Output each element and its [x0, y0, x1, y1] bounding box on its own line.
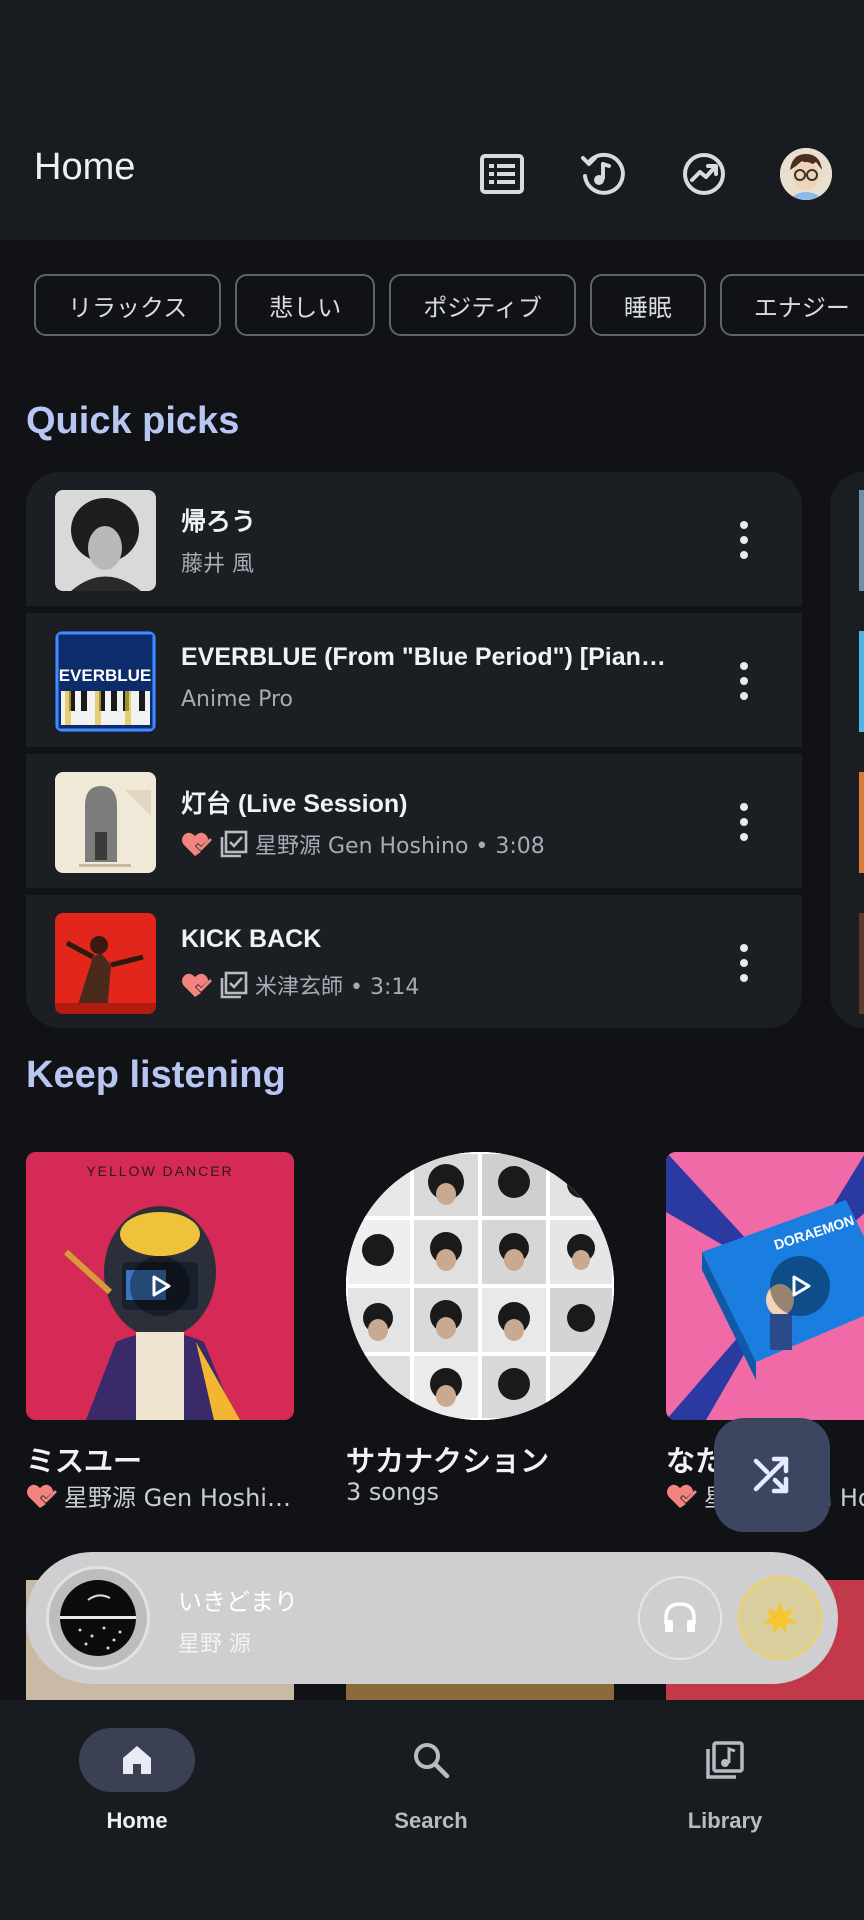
song-subtitle: 米津玄師 • 3:14 [181, 969, 419, 1001]
mood-chips: リラックス 悲しい ポジティブ 睡眠 エナジー [34, 274, 864, 340]
item-subtitle: 3 songs [346, 1478, 439, 1506]
more-options-icon[interactable] [726, 935, 762, 991]
shuffle-button[interactable] [714, 1418, 830, 1532]
artist-name: 星野源 Gen Hoshi… [64, 1484, 291, 1512]
list-item[interactable]: 帰ろう 藤井 風 [26, 472, 802, 614]
liked-icon [27, 1484, 57, 1508]
song-title: 灯台 (Live Session) [181, 790, 408, 818]
headphones-icon [664, 1602, 696, 1632]
artist-name: Anime Pro [181, 687, 293, 712]
album-art [55, 490, 156, 591]
library-icon [667, 1728, 783, 1792]
liked-icon [182, 973, 212, 997]
item-title: サカナクション [346, 1444, 550, 1478]
list-icon[interactable] [476, 148, 528, 200]
album-art: DORAEMON [666, 1152, 864, 1420]
home-icon [79, 1728, 195, 1792]
shuffle-icon [753, 1456, 789, 1494]
liked-icon [182, 832, 212, 856]
trending-icon[interactable] [678, 148, 730, 200]
quick-picks-title: Quick picks [26, 400, 240, 442]
history-icon[interactable] [577, 148, 629, 200]
nav-label: Search [394, 1808, 468, 1833]
album-art [55, 772, 156, 873]
song-title: KICK BACK [181, 925, 322, 953]
now-playing-title: いきどまり [178, 1588, 298, 1616]
song-subtitle: Anime Pro [181, 687, 293, 712]
chip-sleep[interactable]: 睡眠 [589, 274, 706, 336]
song-title: 帰ろう [181, 508, 257, 536]
chip-relax[interactable]: リラックス [34, 274, 222, 336]
nav-library[interactable]: Library [625, 1700, 825, 1860]
song-subtitle: 藤井 風 [181, 546, 254, 578]
album-art: EVERBLUE [55, 631, 156, 732]
avatar[interactable] [780, 148, 832, 200]
chip-positive[interactable]: ポジティブ [389, 274, 576, 336]
song-title: EVERBLUE (From "Blue Period") [Piano Ver… [181, 643, 681, 671]
chip-sad[interactable]: 悲しい [235, 274, 376, 336]
nav-label: Home [106, 1808, 168, 1833]
art-text: YELLOW DANCER [86, 1163, 233, 1179]
play-icon[interactable] [130, 1256, 190, 1316]
chip-energy[interactable]: エナジー [719, 274, 864, 336]
page-title: Home [34, 146, 136, 188]
list-item[interactable]: KICK BACK 米津玄師 • 3:14 [26, 895, 802, 1028]
song-subtitle: 星野源 Gen Hoshino • 3:08 [181, 828, 545, 860]
nav-label: Library [687, 1808, 763, 1833]
album-art [55, 913, 156, 1014]
artist-art [346, 1152, 614, 1420]
song-count: 3 songs [346, 1478, 440, 1506]
more-options-icon[interactable] [726, 512, 762, 568]
listen-button[interactable] [638, 1576, 722, 1660]
mini-player[interactable]: いきどまり 星野 源 [26, 1552, 838, 1684]
nav-home[interactable]: Home [37, 1700, 237, 1860]
list-item[interactable]: 灯台 (Live Session) 星野源 Gen Hoshino • 3:08 [26, 754, 802, 896]
search-icon [373, 1728, 489, 1792]
now-playing-artist: 星野 源 [178, 1632, 251, 1657]
thumb-text: EVERBLUE [59, 666, 152, 685]
library-added-icon [220, 971, 248, 999]
item-subtitle: 星野源 Gen Hoshi… [26, 1478, 291, 1513]
bottom-navigation: Home Search Library [0, 1700, 864, 1920]
nav-search[interactable]: Search [331, 1700, 531, 1860]
artist-name: 星野源 Gen Hoshino • 3:08 [255, 834, 545, 859]
list-item[interactable]: EVERBLUE EVERBLUE (From "Blue Period") [… [26, 613, 802, 755]
now-playing-art [46, 1566, 150, 1670]
artist-name: 藤井 風 [181, 552, 254, 577]
radio-button[interactable] [738, 1576, 822, 1660]
more-options-icon[interactable] [726, 653, 762, 709]
keep-listening-title: Keep listening [26, 1054, 286, 1096]
play-icon[interactable] [770, 1256, 830, 1316]
artist-name: 米津玄師 • 3:14 [255, 975, 420, 1000]
quick-picks-list: 帰ろう 藤井 風 EVERBLUE EVERBLUE (From "Blue P… [26, 472, 802, 1028]
top-app-bar: Home [0, 0, 864, 240]
item-title: ミスユー [26, 1444, 143, 1478]
library-added-icon [220, 830, 248, 858]
liked-icon [667, 1484, 697, 1508]
album-art: YELLOW DANCER [26, 1152, 294, 1420]
sparkle-icon [763, 1602, 797, 1634]
quick-picks-next-column [830, 472, 864, 1028]
more-options-icon[interactable] [726, 794, 762, 850]
